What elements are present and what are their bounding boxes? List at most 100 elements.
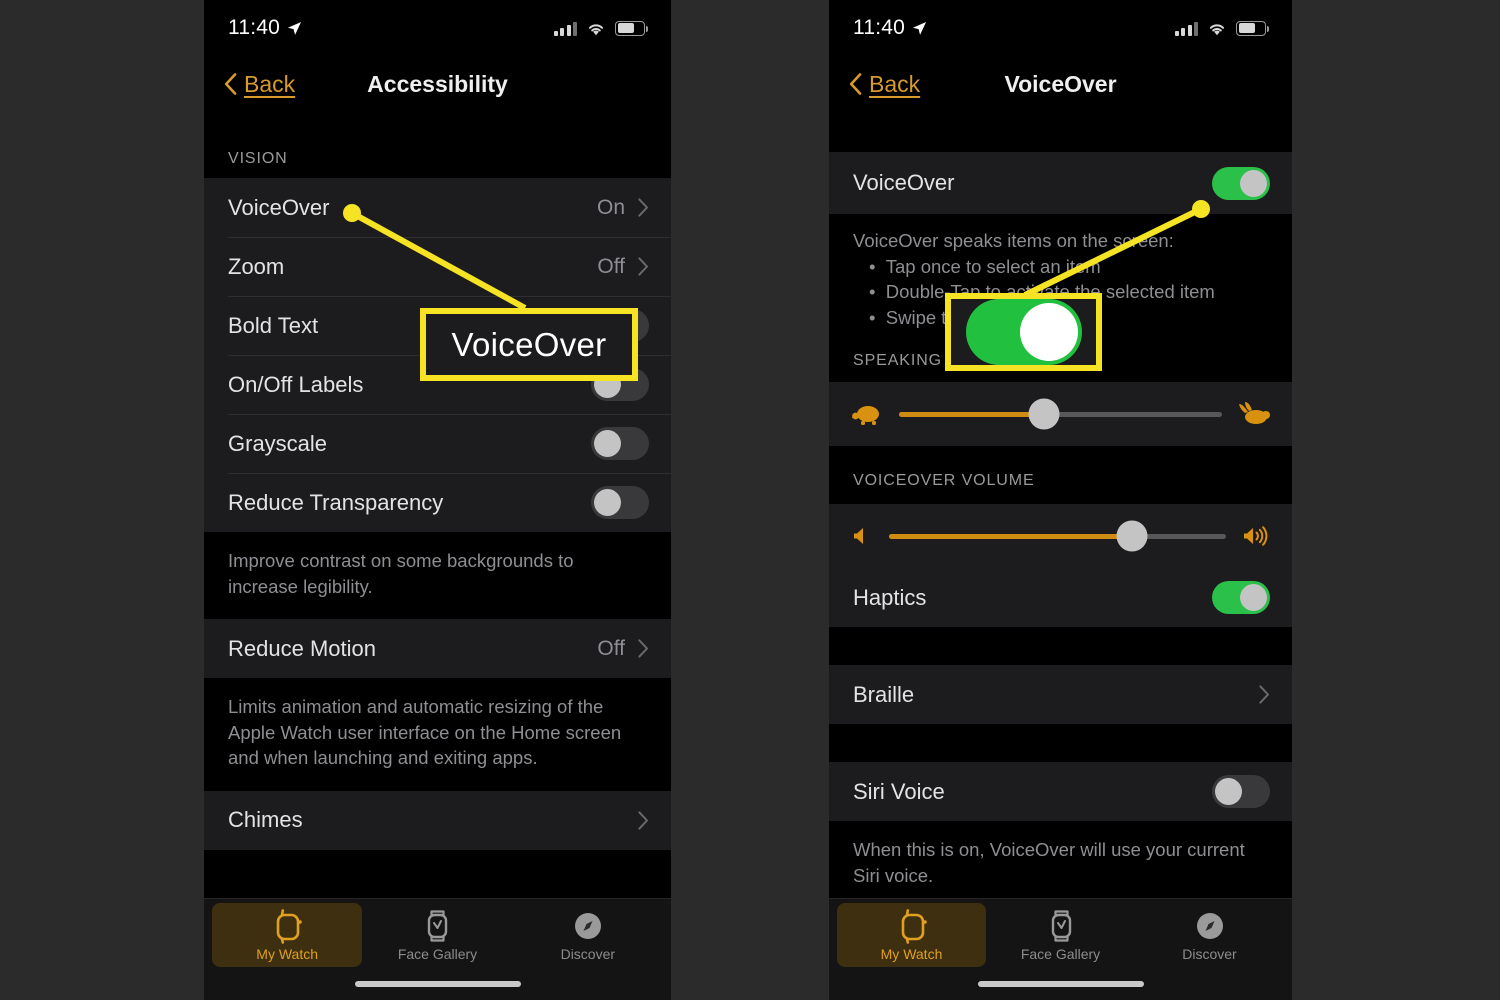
- spacer: [829, 112, 1292, 152]
- location-arrow-icon: [287, 21, 302, 35]
- volume-fill: [889, 533, 1132, 539]
- compass-icon: [574, 913, 601, 939]
- toggle-knob: [1240, 584, 1267, 612]
- volume-group: [829, 504, 1292, 569]
- row-grayscale[interactable]: Grayscale: [204, 414, 671, 473]
- tab-label: Discover: [560, 946, 616, 962]
- chevron-left-icon: [849, 73, 862, 95]
- speaking-rate-slider-row[interactable]: [829, 382, 1292, 447]
- row-accessory: On: [597, 196, 649, 220]
- battery-icon: [1236, 20, 1270, 36]
- siri-voice-group: Siri Voice: [829, 762, 1292, 822]
- tab-my-watch[interactable]: My Watch: [212, 903, 363, 967]
- reduce-transparency-toggle[interactable]: [591, 486, 649, 519]
- tab-my-watch[interactable]: My Watch: [837, 903, 986, 967]
- row-siri-voice[interactable]: Siri Voice: [829, 762, 1292, 822]
- status-bar: 11:40: [829, 0, 1292, 56]
- tab-label: Face Gallery: [397, 946, 478, 962]
- row-haptics[interactable]: Haptics: [829, 568, 1292, 628]
- row-label: On/Off Labels: [228, 371, 364, 397]
- reduce-motion-group: Reduce Motion Off: [204, 619, 671, 679]
- screenshot-stage: 11:40 Back Accessibility VISION VoiceOve…: [0, 0, 1500, 1000]
- magnified-voiceover-toggle[interactable]: [965, 299, 1082, 365]
- status-time: 11:40: [853, 16, 905, 39]
- chevron-right-icon: [1259, 685, 1269, 704]
- row-voiceover[interactable]: VoiceOver On: [204, 178, 671, 237]
- toggle-knob: [1240, 169, 1267, 197]
- voiceover-scroll-view[interactable]: VoiceOver VoiceOver speaks items on the …: [829, 112, 1292, 969]
- wifi-icon: [1209, 23, 1225, 35]
- speaker-low-icon: [854, 528, 863, 545]
- volume-slider-row[interactable]: [829, 504, 1292, 569]
- tab-face-gallery[interactable]: Face Gallery: [986, 903, 1135, 967]
- description-intro: VoiceOver speaks items on the screen:: [853, 230, 1174, 251]
- battery-icon: [615, 20, 649, 36]
- haptics-toggle[interactable]: [1212, 581, 1270, 615]
- cellular-signal-icon: [1174, 21, 1198, 36]
- row-value: Off: [597, 254, 625, 278]
- row-zoom[interactable]: Zoom Off: [204, 237, 671, 296]
- home-indicator: [354, 981, 521, 987]
- tab-discover[interactable]: Discover: [513, 903, 663, 967]
- volume-knob[interactable]: [1116, 520, 1148, 552]
- section-header-vision: VISION: [204, 128, 671, 178]
- row-accessory: Off: [597, 637, 649, 661]
- settings-scroll-view[interactable]: VISION VoiceOver On Zoom Off Bold Text O…: [204, 112, 671, 910]
- tab-face-gallery[interactable]: Face Gallery: [362, 903, 512, 967]
- spacer: [829, 627, 1292, 666]
- back-button[interactable]: Back: [224, 71, 295, 98]
- row-label: Siri Voice: [853, 778, 945, 804]
- toggle-knob: [1215, 778, 1242, 806]
- status-bar: 11:40: [204, 0, 671, 56]
- speaking-rate-track[interactable]: [899, 398, 1222, 430]
- row-label: VoiceOver: [853, 170, 955, 195]
- back-button[interactable]: Back: [849, 71, 920, 98]
- row-accessory: [638, 810, 649, 830]
- row-voiceover[interactable]: VoiceOver: [829, 152, 1292, 214]
- chevron-left-icon: [224, 73, 237, 95]
- footnote-siri-voice: When this is on, VoiceOver will use your…: [829, 821, 1292, 909]
- status-bar-right: [1174, 20, 1270, 36]
- tab-bar: My Watch Face Gallery Discover: [829, 898, 1292, 1000]
- toggle-knob: [594, 430, 621, 457]
- row-braille[interactable]: Braille: [829, 665, 1292, 725]
- chevron-right-icon: [638, 639, 648, 658]
- tab-discover[interactable]: Discover: [1135, 903, 1284, 967]
- row-label: Haptics: [853, 584, 927, 610]
- apple-watch-icon: [901, 909, 927, 944]
- callout-voiceover-label: VoiceOver: [420, 308, 638, 381]
- section-header-voiceover-volume: VOICEOVER VOLUME: [829, 446, 1292, 505]
- row-reduce-transparency[interactable]: Reduce Transparency: [204, 473, 671, 532]
- tab-list: My Watch Face Gallery Discover: [829, 899, 1292, 967]
- tab-list: My Watch Face Gallery Discover: [204, 899, 671, 967]
- row-value: On: [596, 195, 625, 219]
- siri-voice-toggle[interactable]: [1212, 775, 1270, 809]
- row-accessory: [1259, 685, 1270, 704]
- row-label: Chimes: [228, 807, 303, 833]
- volume-track[interactable]: [889, 520, 1226, 552]
- row-label: Reduce Transparency: [228, 489, 444, 515]
- compass-icon: [1196, 913, 1223, 939]
- status-time: 11:40: [228, 16, 280, 39]
- description-bullet-1: • Tap once to select an item: [869, 255, 1101, 277]
- toggle-knob: [1019, 303, 1078, 361]
- row-value: Off: [597, 636, 625, 660]
- tab-label: Face Gallery: [1020, 946, 1101, 962]
- left-phone-screen: 11:40 Back Accessibility VISION VoiceOve…: [204, 0, 671, 1000]
- row-chimes[interactable]: Chimes: [204, 790, 671, 850]
- row-reduce-motion[interactable]: Reduce Motion Off: [204, 619, 671, 679]
- callout-voiceover-toggle: [945, 293, 1102, 371]
- toggle-knob: [594, 489, 621, 516]
- row-label: VoiceOver: [228, 194, 330, 220]
- grayscale-toggle[interactable]: [591, 427, 649, 460]
- speaking-rate-knob[interactable]: [1028, 398, 1060, 430]
- chimes-group: Chimes: [204, 790, 671, 850]
- row-label: Bold Text: [228, 312, 319, 338]
- status-bar-left: 11:40: [853, 16, 927, 40]
- right-phone-screen: 11:40 Back VoiceOver VoiceOver VoiceOver…: [829, 0, 1292, 1000]
- voiceover-toggle[interactable]: [1212, 166, 1270, 200]
- footnote-reduce-motion: Limits animation and automatic resizing …: [204, 678, 671, 791]
- back-label: Back: [869, 70, 921, 97]
- footnote-reduce-transparency: Improve contrast on some backgrounds to …: [204, 532, 671, 620]
- status-bar-right: [553, 20, 649, 36]
